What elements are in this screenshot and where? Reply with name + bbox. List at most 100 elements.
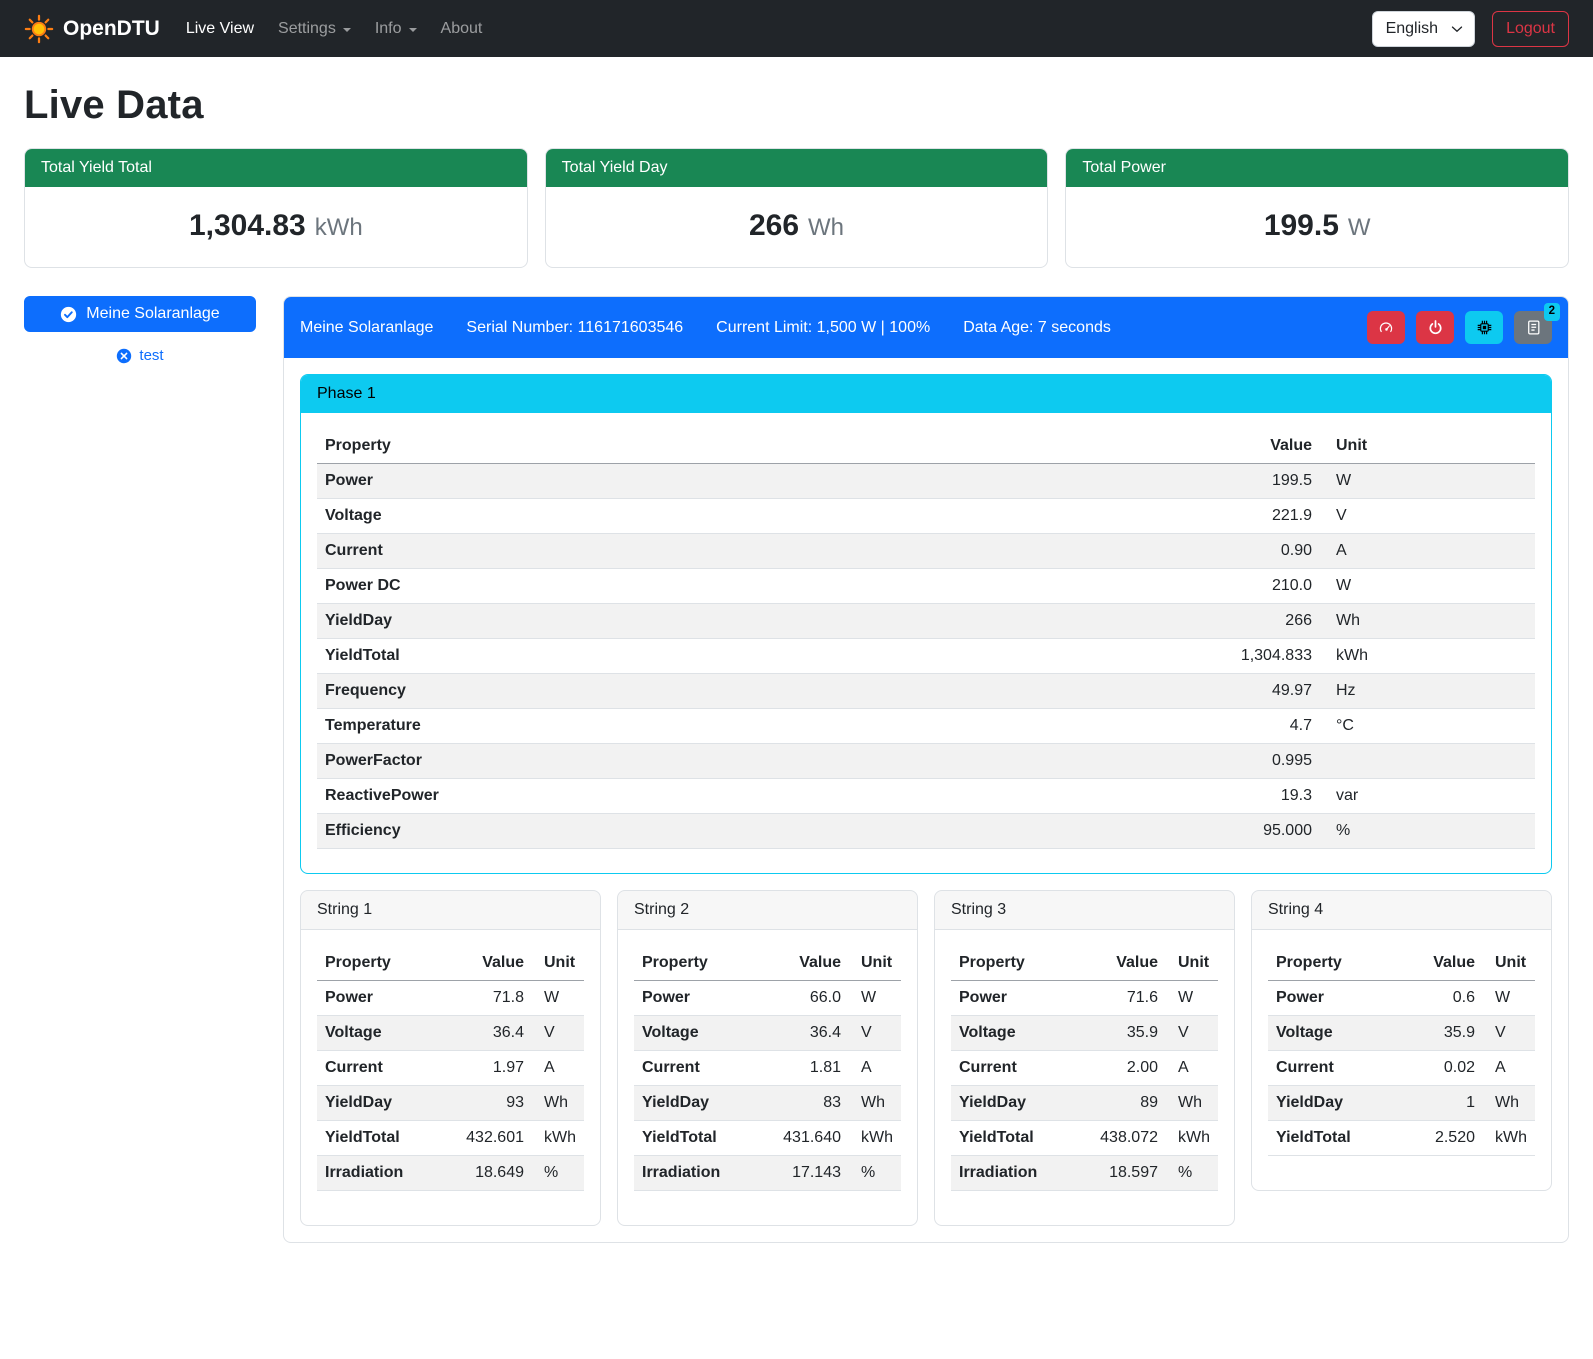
property-label: Current [317,1051,438,1086]
brand[interactable]: OpenDTU [24,14,160,44]
chevron-down-icon [409,28,417,32]
property-unit: kWh [1483,1121,1535,1156]
table-row: Voltage221.9V [317,499,1535,534]
table-row: Voltage35.9V [951,1016,1218,1051]
property-label: Power [317,464,917,499]
property-value: 199.5 [917,464,1320,499]
table-row: Voltage35.9V [1268,1016,1535,1051]
navbar-right: English Logout [1372,11,1569,47]
current-limit: Current Limit: 1,500 W | 100% [716,319,930,337]
check-circle-icon [60,306,77,323]
property-unit: V [532,1016,584,1051]
property-value: 266 [917,604,1320,639]
property-unit: A [1320,534,1535,569]
property-value: 1.81 [755,1051,849,1086]
property-label: Irradiation [634,1156,755,1191]
nav-item-about[interactable]: About [429,12,495,46]
table-row: YieldTotal2.520kWh [1268,1121,1535,1156]
property-value: 95.000 [917,814,1320,849]
nav-item-live-view[interactable]: Live View [174,12,266,46]
nav-item-info[interactable]: Info [363,12,429,46]
language-select[interactable]: English [1372,11,1475,47]
logout-button[interactable]: Logout [1492,11,1569,47]
property-value: 36.4 [755,1016,849,1051]
sidebar-item-label: test [139,347,163,364]
nav-item-label: Live View [186,20,254,38]
content-row: Meine Solaranlage test Meine Solaranlage… [24,296,1569,1243]
string-table: Property Value Unit Power71.8WVoltage36.… [317,946,584,1191]
table-row: YieldTotal438.072kWh [951,1121,1218,1156]
column-header-property: Property [317,429,917,464]
column-header-unit: Unit [849,946,901,981]
inverter-select-button[interactable]: Meine Solaranlage [24,296,256,332]
summary-cards-row: Total Yield Total 1,304.83kWh Total Yiel… [24,148,1569,268]
nav-item-label: Settings [278,20,336,38]
string-card-2: String 2 Property Value Unit [617,890,918,1226]
column-header-value: Value [917,429,1320,464]
property-unit: kWh [1320,639,1535,674]
property-unit: var [1320,779,1535,814]
table-row: Current2.00A [951,1051,1218,1086]
column-header-property: Property [317,946,438,981]
summary-card-body: 199.5W [1066,187,1568,267]
property-unit [1320,744,1535,779]
nav-item-settings[interactable]: Settings [266,12,363,46]
property-label: Power [1268,981,1399,1016]
property-label: Temperature [317,709,917,744]
table-row: Power0.6W [1268,981,1535,1016]
limit-settings-button[interactable] [1367,311,1405,344]
property-value: 221.9 [917,499,1320,534]
property-unit: A [532,1051,584,1086]
property-label: Voltage [317,499,917,534]
property-unit: V [1320,499,1535,534]
property-value: 438.072 [1072,1121,1166,1156]
property-label: Power [634,981,755,1016]
property-label: Current [1268,1051,1399,1086]
string-card-body: Property Value Unit Power71.6WVoltage35.… [935,930,1234,1225]
column-header-property: Property [634,946,755,981]
property-value: 432.601 [438,1121,532,1156]
page-title: Live Data [24,83,1569,128]
property-unit: W [1166,981,1218,1016]
table-row: Current1.97A [317,1051,584,1086]
table-row: YieldTotal1,304.833kWh [317,639,1535,674]
sidebar-item-test[interactable]: test [24,347,256,364]
inverter-panel: Meine Solaranlage Serial Number: 1161716… [283,296,1569,1243]
property-unit: V [1483,1016,1535,1051]
string-card-title: String 3 [935,891,1234,930]
event-log-button[interactable]: 2 [1514,311,1552,344]
property-value: 36.4 [438,1016,532,1051]
power-icon [1427,319,1444,336]
summary-value: 266 [749,209,799,242]
summary-card-body: 1,304.83kWh [25,187,527,267]
table-row: YieldDay266Wh [317,604,1535,639]
table-row: YieldDay1Wh [1268,1086,1535,1121]
table-header-row: Property Value Unit [634,946,901,981]
table-row: YieldDay89Wh [951,1086,1218,1121]
property-unit: Hz [1320,674,1535,709]
table-row: Power DC210.0W [317,569,1535,604]
journal-icon [1525,319,1542,336]
table-row: Current0.90A [317,534,1535,569]
inverter-button-label: Meine Solaranlage [86,305,219,323]
device-info-button[interactable] [1465,311,1503,344]
power-button[interactable] [1416,311,1454,344]
property-label: Current [634,1051,755,1086]
summary-card-title: Total Yield Day [546,149,1048,187]
column-header-unit: Unit [1483,946,1535,981]
property-label: YieldTotal [634,1121,755,1156]
property-unit: W [1320,464,1535,499]
string-card-body: Property Value Unit Power71.8WVoltage36.… [301,930,600,1225]
property-label: YieldTotal [951,1121,1072,1156]
sun-logo-icon [24,14,54,44]
property-value: 83 [755,1086,849,1121]
inverter-panel-body: Phase 1 Property Value Unit Power199.5WV… [284,358,1568,1242]
table-header-row: Property Value Unit [317,429,1535,464]
property-label: Irradiation [317,1156,438,1191]
property-unit: Wh [1483,1086,1535,1121]
column-header-unit: Unit [532,946,584,981]
table-row: YieldTotal431.640kWh [634,1121,901,1156]
property-value: 18.597 [1072,1156,1166,1191]
cpu-icon [1476,319,1493,336]
summary-unit: W [1348,214,1371,241]
